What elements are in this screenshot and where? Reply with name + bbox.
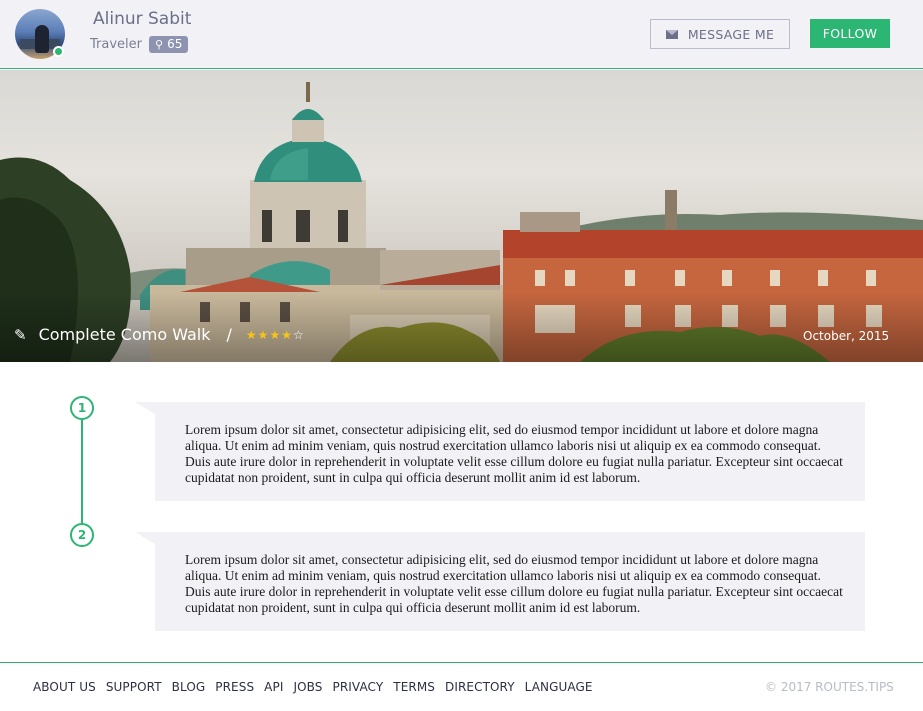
places-count: 65 [167,37,183,51]
footer-link-about-us[interactable]: ABOUT US [33,680,96,694]
star-empty-icon[interactable]: ☆ [293,328,304,342]
star-filled-icon[interactable]: ★ [246,328,257,342]
message-me-label: MESSAGE ME [687,26,775,42]
star-filled-icon[interactable]: ★ [269,328,280,342]
copyright: © 2017 ROUTES.TIPS [765,680,894,694]
card-pointer [135,532,155,544]
star-filled-icon[interactable]: ★ [281,328,292,342]
follow-button[interactable]: FOLLOW [810,19,890,48]
footer-link-terms[interactable]: TERMS [393,680,435,694]
message-me-button[interactable]: MESSAGE ME [650,19,790,49]
star-filled-icon[interactable]: ★ [258,328,269,342]
envelope-icon [665,29,678,39]
footer-link-blog[interactable]: BLOG [172,680,206,694]
rating-stars: ★ ★ ★ ★ ☆ [246,328,304,342]
footer-link-directory[interactable]: DIRECTORY [445,680,515,694]
route-hero-image: ✎ Complete Como Walk / ★ ★ ★ ★ ☆ October, 20… [0,70,923,362]
timeline-line [81,420,83,524]
pencil-icon[interactable]: ✎ [14,326,27,344]
follow-label: FOLLOW [822,26,878,41]
footer-link-privacy[interactable]: PRIVACY [333,680,384,694]
timeline-step-2: 2 [70,523,94,547]
online-status-dot [53,46,64,57]
route-date: October, 2015 [803,329,890,343]
footer-link-language[interactable]: LANGUAGE [525,680,593,694]
footer-nav: ABOUT US SUPPORT BLOG PRESS API JOBS PRI… [33,680,593,694]
route-title[interactable]: Complete Como Walk [39,325,211,344]
profile-header: Alinur Sabit Traveler ⚲ 65 MESSAGE ME FO… [0,0,923,69]
footer: ABOUT US SUPPORT BLOG PRESS API JOBS PRI… [0,662,923,711]
footer-link-jobs[interactable]: JOBS [293,680,322,694]
timeline-card-2: Lorem ipsum dolor sit amet, consectetur … [155,532,865,631]
card-pointer [135,402,155,414]
footer-link-press[interactable]: PRESS [215,680,254,694]
avatar-person [35,25,49,53]
timeline-card-text: Lorem ipsum dolor sit amet, consectetur … [185,422,843,485]
user-name[interactable]: Alinur Sabit [93,9,191,29]
map-marker-icon: ⚲ [155,38,164,51]
timeline-card-text: Lorem ipsum dolor sit amet, consectetur … [185,552,843,615]
footer-link-api[interactable]: API [264,680,283,694]
route-title-bar: ✎ Complete Como Walk / ★ ★ ★ ★ ☆ [14,325,304,344]
timeline-card-1: Lorem ipsum dolor sit amet, consectetur … [155,402,865,501]
timeline-step-1: 1 [70,396,94,420]
footer-link-support[interactable]: SUPPORT [106,680,162,694]
places-count-badge: ⚲ 65 [149,36,189,53]
user-role: Traveler [90,37,142,52]
title-separator: / [226,325,232,344]
